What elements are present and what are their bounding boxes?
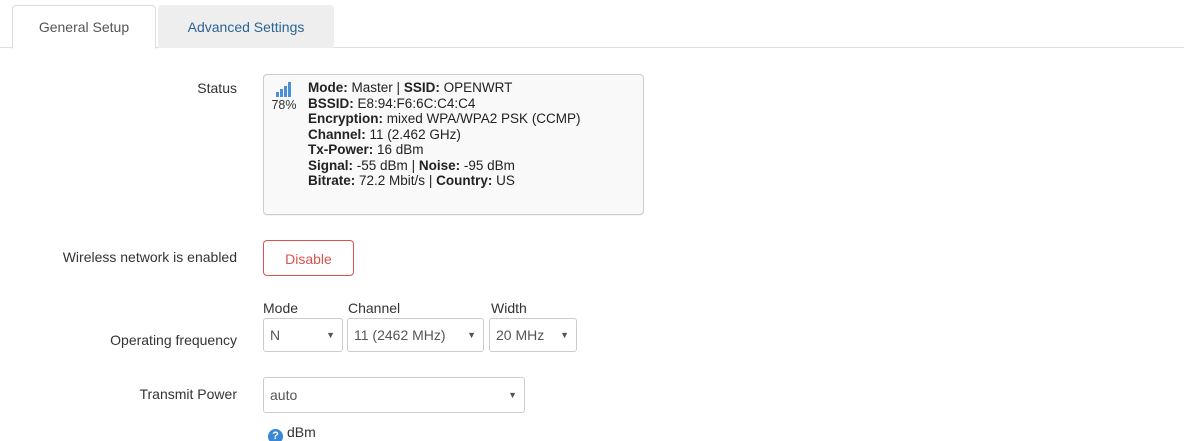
chevron-down-icon: ▼ <box>560 330 569 340</box>
status-line-bitrate: Bitrate: 72.2 Mbit/s | Country: US <box>308 173 581 189</box>
channel-value: 11 (2.462 GHz) <box>369 126 461 142</box>
status-line-channel: Channel: 11 (2.462 GHz) <box>308 127 581 143</box>
width-header: Width <box>491 300 527 316</box>
bitrate-value: 72.2 Mbit/s <box>359 173 426 188</box>
signal-strength-icon <box>276 82 291 97</box>
tab-advanced-settings[interactable]: Advanced Settings <box>158 5 334 48</box>
channel-key: Channel: <box>308 126 366 142</box>
status-line-mode: Mode: Master | SSID: OPENWRT <box>308 80 581 96</box>
chevron-down-icon: ▼ <box>326 330 335 340</box>
status-details: Mode: Master | SSID: OPENWRT BSSID: E8:9… <box>308 80 581 189</box>
transmit-power-label: Transmit Power <box>139 386 237 402</box>
ssid-value: OPENWRT <box>443 80 513 95</box>
channel-select[interactable]: 11 (2462 MHz) ▼ <box>347 318 484 352</box>
separator: | <box>428 173 433 188</box>
mode-key: Mode: <box>308 80 348 95</box>
txpower-value: 16 dBm <box>377 142 424 157</box>
width-select[interactable]: 20 MHz ▼ <box>489 318 577 352</box>
tab-general-setup[interactable]: General Setup <box>12 5 156 49</box>
channel-header: Channel <box>348 300 401 316</box>
bssid-value: E8:94:F6:6C:C4:C4 <box>357 95 476 111</box>
help-icon[interactable]: ? <box>268 429 283 441</box>
chevron-down-icon: ▼ <box>467 330 476 340</box>
status-line-encryption: Encryption: mixed WPA/WPA2 PSK (CCMP) <box>308 111 581 127</box>
operating-frequency-label: Operating frequency <box>110 332 237 348</box>
country-value: US <box>496 173 515 188</box>
wifi-config-page: General Setup Advanced Settings Status 7… <box>0 0 1184 441</box>
encryption-value: mixed WPA/WPA2 PSK (CCMP) <box>386 111 581 126</box>
separator: | <box>411 157 416 173</box>
txpower-key: Tx-Power: <box>308 142 374 157</box>
signal-column: 78% <box>269 79 299 112</box>
mode-select[interactable]: N ▼ <box>263 318 343 352</box>
status-line-signal: Signal: -55 dBm | Noise: -95 dBm <box>308 158 581 174</box>
help-text: dBm <box>287 424 316 440</box>
noise-value: -95 dBm <box>463 157 515 173</box>
signal-percent: 78% <box>271 98 297 112</box>
width-select-value: 20 MHz <box>496 327 545 343</box>
mode-value: Master <box>351 80 393 95</box>
status-label: Status <box>197 80 237 96</box>
transmit-power-select[interactable]: auto ▼ <box>263 377 525 413</box>
bitrate-key: Bitrate: <box>308 173 356 188</box>
signal-value: -55 dBm <box>356 157 408 173</box>
mode-header: Mode <box>263 300 299 316</box>
status-line-bssid: BSSID: E8:94:F6:6C:C4:C4 <box>308 96 581 112</box>
bssid-key: BSSID: <box>308 95 354 111</box>
disable-button[interactable]: Disable <box>263 240 354 276</box>
tab-bar: General Setup Advanced Settings <box>0 0 1184 49</box>
country-key: Country: <box>436 173 493 188</box>
chevron-down-icon: ▼ <box>508 390 517 400</box>
encryption-key: Encryption: <box>308 111 384 126</box>
transmit-power-value: auto <box>270 387 298 403</box>
channel-select-value: 11 (2462 MHz) <box>354 327 446 343</box>
noise-key: Noise: <box>418 157 461 173</box>
ssid-key: SSID: <box>403 80 440 95</box>
separator: | <box>396 80 401 95</box>
mode-select-value: N <box>270 327 281 343</box>
status-panel: 78% Mode: Master | SSID: OPENWRT BSSID: … <box>263 74 644 215</box>
signal-key: Signal: <box>308 157 354 173</box>
status-line-txpower: Tx-Power: 16 dBm <box>308 142 581 158</box>
transmit-power-help: ? dBm <box>268 424 316 441</box>
wireless-enabled-label: Wireless network is enabled <box>62 249 237 265</box>
